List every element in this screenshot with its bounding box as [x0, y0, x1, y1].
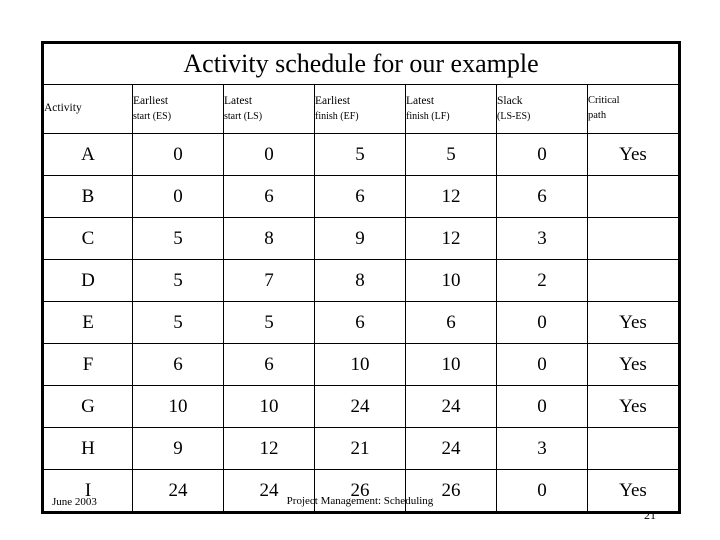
cell-slack: 6 — [496, 175, 588, 218]
cell-ef: 9 — [314, 217, 406, 260]
cell-ef: 10 — [314, 343, 406, 386]
cell-ls: 12 — [223, 427, 315, 470]
page-title: Activity schedule for our example — [41, 42, 681, 85]
column-header-line1: Slack — [497, 94, 523, 107]
column-header-line1: Earliest — [133, 94, 169, 107]
column-header-line2: start (ES) — [133, 110, 172, 122]
cell-critical — [586, 217, 681, 260]
cell-critical — [586, 175, 681, 218]
cell-critical — [586, 259, 681, 302]
table-row: E 5 5 6 6 0 Yes — [42, 301, 681, 344]
cell-activity: C — [42, 217, 133, 260]
cell-ls: 0 — [223, 133, 315, 176]
cell-slack: 2 — [496, 259, 588, 302]
cell-lf: 24 — [405, 427, 497, 470]
column-header-line2: (LS-ES) — [497, 110, 531, 122]
cell-lf: 12 — [405, 217, 497, 260]
cell-lf: 10 — [405, 343, 497, 386]
table-row: C 5 8 9 12 3 — [42, 217, 681, 260]
column-header-line1: Activity — [44, 102, 82, 115]
cell-ef: 21 — [314, 427, 406, 470]
cell-activity: F — [42, 343, 133, 386]
cell-lf: 5 — [405, 133, 497, 176]
table-row: F 6 6 10 10 0 Yes — [42, 343, 681, 386]
cell-ls: 10 — [223, 385, 315, 428]
column-header-3: Earliest finish (EF) — [314, 84, 406, 134]
column-header-line2: finish (LF) — [406, 110, 450, 122]
cell-es: 10 — [132, 385, 224, 428]
cell-slack: 3 — [496, 217, 588, 260]
table-row: B 0 6 6 12 6 — [42, 175, 681, 218]
cell-slack: 0 — [496, 133, 588, 176]
cell-es: 5 — [132, 301, 224, 344]
table-row: H 9 12 21 24 3 — [42, 427, 681, 470]
column-header-4: Latest finish (LF) — [405, 84, 497, 134]
footer-subject: Project Management: Scheduling — [286, 495, 434, 507]
activity-schedule-table: Activity schedule for our example Activi… — [41, 41, 682, 514]
table-row: D 5 7 8 10 2 — [42, 259, 681, 302]
column-header-line2: path — [588, 110, 607, 122]
cell-critical: Yes — [586, 385, 681, 428]
cell-ls: 7 — [223, 259, 315, 302]
cell-activity: H — [42, 427, 133, 470]
table-row: G 10 10 24 24 0 Yes — [42, 385, 681, 428]
table-title-row: Activity schedule for our example — [41, 42, 681, 85]
cell-critical: Yes — [586, 343, 681, 386]
cell-lf: 10 — [405, 259, 497, 302]
column-header-6: Critical path — [586, 84, 681, 134]
cell-activity: E — [42, 301, 133, 344]
cell-slack: 0 — [496, 385, 588, 428]
column-header-0: Activity — [42, 84, 133, 134]
column-header-line2: finish (EF) — [315, 110, 359, 122]
cell-slack: 0 — [496, 343, 588, 386]
cell-ef: 6 — [314, 301, 406, 344]
table-header-row: Activity Earliest start (ES) Latest start (L… — [42, 84, 681, 134]
slide-canvas: Activity schedule for our example Activi… — [0, 0, 720, 540]
cell-ef: 5 — [314, 133, 406, 176]
cell-ls: 5 — [223, 301, 315, 344]
column-header-line1: Latest — [224, 94, 253, 107]
table-row: A 0 0 5 5 0 Yes — [42, 133, 681, 176]
cell-slack: 0 — [496, 301, 588, 344]
footer-page-number: 21 — [644, 508, 656, 522]
column-header-2: Latest start (LS) — [223, 84, 315, 134]
column-header-line1: Latest — [406, 94, 435, 107]
cell-activity: G — [42, 385, 133, 428]
cell-lf: 12 — [405, 175, 497, 218]
cell-activity: B — [42, 175, 133, 218]
cell-es: 6 — [132, 343, 224, 386]
column-header-line1: Earliest — [315, 94, 351, 107]
cell-es: 9 — [132, 427, 224, 470]
cell-ls: 6 — [223, 343, 315, 386]
cell-critical — [586, 427, 681, 470]
cell-slack: 3 — [496, 427, 588, 470]
cell-activity: A — [42, 133, 133, 176]
activity-schedule-block: Activity schedule for our example Activi… — [41, 41, 682, 514]
cell-es: 5 — [132, 217, 224, 260]
cell-activity: D — [42, 259, 133, 302]
column-header-line2: start (LS) — [224, 110, 263, 122]
cell-ls: 8 — [223, 217, 315, 260]
cell-ef: 6 — [314, 175, 406, 218]
cell-ls: 6 — [223, 175, 315, 218]
cell-ef: 8 — [314, 259, 406, 302]
cell-es: 5 — [132, 259, 224, 302]
cell-es: 0 — [132, 133, 224, 176]
column-header-1: Earliest start (ES) — [132, 84, 224, 134]
column-header-line1: Critical — [588, 95, 620, 107]
cell-es: 0 — [132, 175, 224, 218]
column-header-5: Slack (LS-ES) — [496, 84, 588, 134]
cell-lf: 6 — [405, 301, 497, 344]
cell-critical: Yes — [586, 133, 681, 176]
cell-lf: 24 — [405, 385, 497, 428]
cell-ef: 24 — [314, 385, 406, 428]
cell-critical: Yes — [586, 301, 681, 344]
